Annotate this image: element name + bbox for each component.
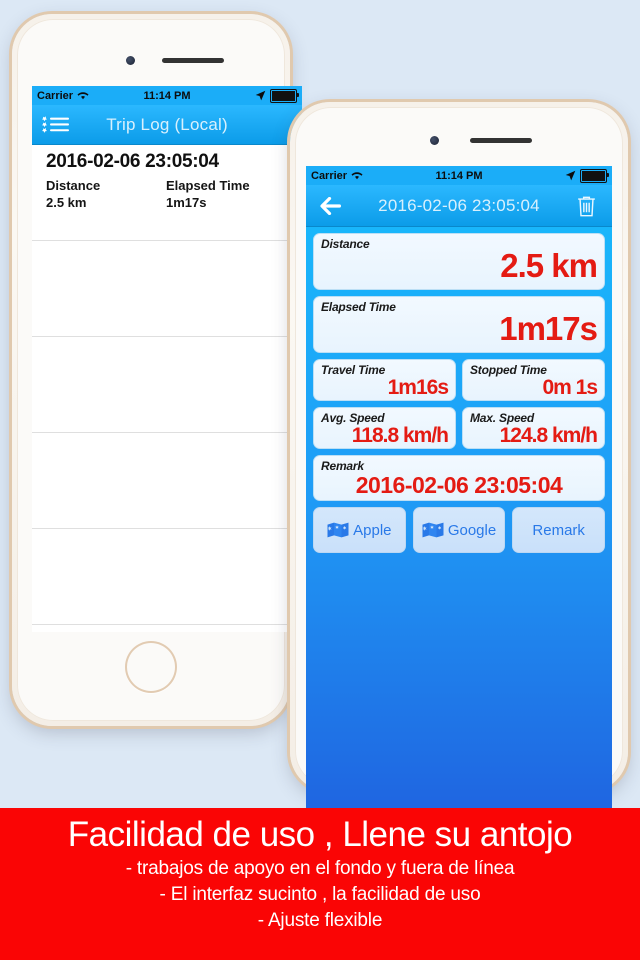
back-phone-device: Carrier 11:14 PM Trip Log (Local) 2016-0… <box>12 14 302 726</box>
earpiece-speaker <box>470 138 532 143</box>
banner-line-3: - Ajuste flexible <box>257 910 383 931</box>
action-button-row: Apple Google Remark <box>313 507 606 553</box>
remark-card[interactable]: Remark 2016-02-06 23:05:04 <box>313 455 605 501</box>
menu-button[interactable] <box>32 105 80 145</box>
table-row-empty[interactable] <box>32 529 302 625</box>
earpiece-speaker <box>162 58 224 63</box>
trip-row-elapsed: Elapsed Time 1m17s <box>166 177 286 211</box>
column-header: Distance <box>46 178 101 193</box>
list-bullets-icon <box>42 115 70 135</box>
trip-detail-panel: Distance 2.5 km Elapsed Time 1m17s Trave… <box>306 227 612 822</box>
banner-headline: Facilidad de uso , Llene su antojo <box>67 815 573 854</box>
travel-time-label: Travel Time <box>321 363 386 377</box>
speed-row: Avg. Speed 118.8 km/h Max. Speed 124.8 k… <box>313 407 605 455</box>
trip-row-title: 2016-02-06 23:05:04 <box>46 151 219 172</box>
avg-speed-value: 118.8 km/h <box>351 424 449 447</box>
travel-time-value: 1m16s <box>387 376 449 399</box>
time-row: Travel Time 1m16s Stopped Time 0m 1s <box>313 359 605 407</box>
home-button[interactable] <box>125 641 177 693</box>
stopped-time-card[interactable]: Stopped Time 0m 1s <box>462 359 605 401</box>
table-row-empty[interactable] <box>32 625 302 632</box>
banner-line-2: - El interfaz sucinto , la facilidad de … <box>159 884 481 905</box>
front-camera <box>430 136 439 145</box>
remark-label: Remark <box>321 459 364 473</box>
table-row[interactable]: 2016-02-06 23:05:04 Distance 2.5 km Elap… <box>32 145 302 241</box>
max-speed-label: Max. Speed <box>470 411 535 425</box>
promo-banner: Facilidad de uso , Llene su antojo - tra… <box>0 808 640 960</box>
distance-card[interactable]: Distance 2.5 km <box>313 233 605 290</box>
column-value: 1m17s <box>166 195 207 210</box>
front-phone-navbar: 2016-02-06 23:05:04 <box>306 185 612 227</box>
table-row-empty[interactable] <box>32 433 302 529</box>
status-bar-right <box>255 88 299 103</box>
front-camera <box>126 56 135 65</box>
google-maps-label: Google <box>447 521 497 539</box>
battery-icon <box>270 88 299 103</box>
max-speed-value: 124.8 km/h <box>499 424 598 447</box>
remark-value: 2016-02-06 23:05:04 <box>355 472 563 498</box>
avg-speed-card[interactable]: Avg. Speed 118.8 km/h <box>313 407 456 449</box>
status-bar-right <box>565 168 609 183</box>
column-value: 2.5 km <box>46 195 87 210</box>
trash-icon <box>577 195 596 218</box>
apple-maps-label: Apple <box>353 521 392 539</box>
back-phone-screen: Carrier 11:14 PM Trip Log (Local) 2016-0… <box>32 86 302 632</box>
map-icon <box>327 522 349 538</box>
trip-row-distance: Distance 2.5 km <box>46 177 166 211</box>
trip-row-columns: Distance 2.5 km Elapsed Time 1m17s <box>32 177 302 211</box>
apple-maps-button[interactable]: Apple <box>313 507 406 553</box>
front-phone-screen: Carrier 11:14 PM 2016-02-06 23:05:04 Dis… <box>306 166 612 822</box>
table-row-empty[interactable] <box>32 241 302 337</box>
elapsed-time-card[interactable]: Elapsed Time 1m17s <box>313 296 605 353</box>
map-icon <box>422 522 444 538</box>
distance-value: 2.5 km <box>500 247 598 284</box>
stopped-time-label: Stopped Time <box>470 363 547 377</box>
elapsed-time-value: 1m17s <box>499 310 598 347</box>
remark-button[interactable]: Remark <box>512 507 606 553</box>
delete-button[interactable] <box>566 185 606 227</box>
back-phone-navbar: Trip Log (Local) <box>32 105 302 145</box>
column-header: Elapsed Time <box>166 178 250 193</box>
table-row-empty[interactable] <box>32 337 302 433</box>
google-maps-button[interactable]: Google <box>412 507 506 553</box>
location-arrow-icon <box>255 90 266 101</box>
battery-icon <box>580 168 609 183</box>
status-bar: Carrier 11:14 PM <box>32 86 302 105</box>
trip-log-list[interactable]: 2016-02-06 23:05:04 Distance 2.5 km Elap… <box>32 145 302 632</box>
location-arrow-icon <box>565 170 576 181</box>
status-bar: Carrier 11:14 PM <box>306 166 612 185</box>
back-arrow-icon <box>320 196 344 216</box>
remark-button-label: Remark <box>532 521 585 539</box>
avg-speed-label: Avg. Speed <box>321 411 385 425</box>
stopped-time-value: 0m 1s <box>542 376 598 399</box>
back-button[interactable] <box>306 185 358 227</box>
banner-line-1: - trabajos de apoyo en el fondo y fuera … <box>125 858 515 879</box>
max-speed-card[interactable]: Max. Speed 124.8 km/h <box>462 407 605 449</box>
travel-time-card[interactable]: Travel Time 1m16s <box>313 359 456 401</box>
front-phone-device: Carrier 11:14 PM 2016-02-06 23:05:04 Dis… <box>290 102 628 822</box>
